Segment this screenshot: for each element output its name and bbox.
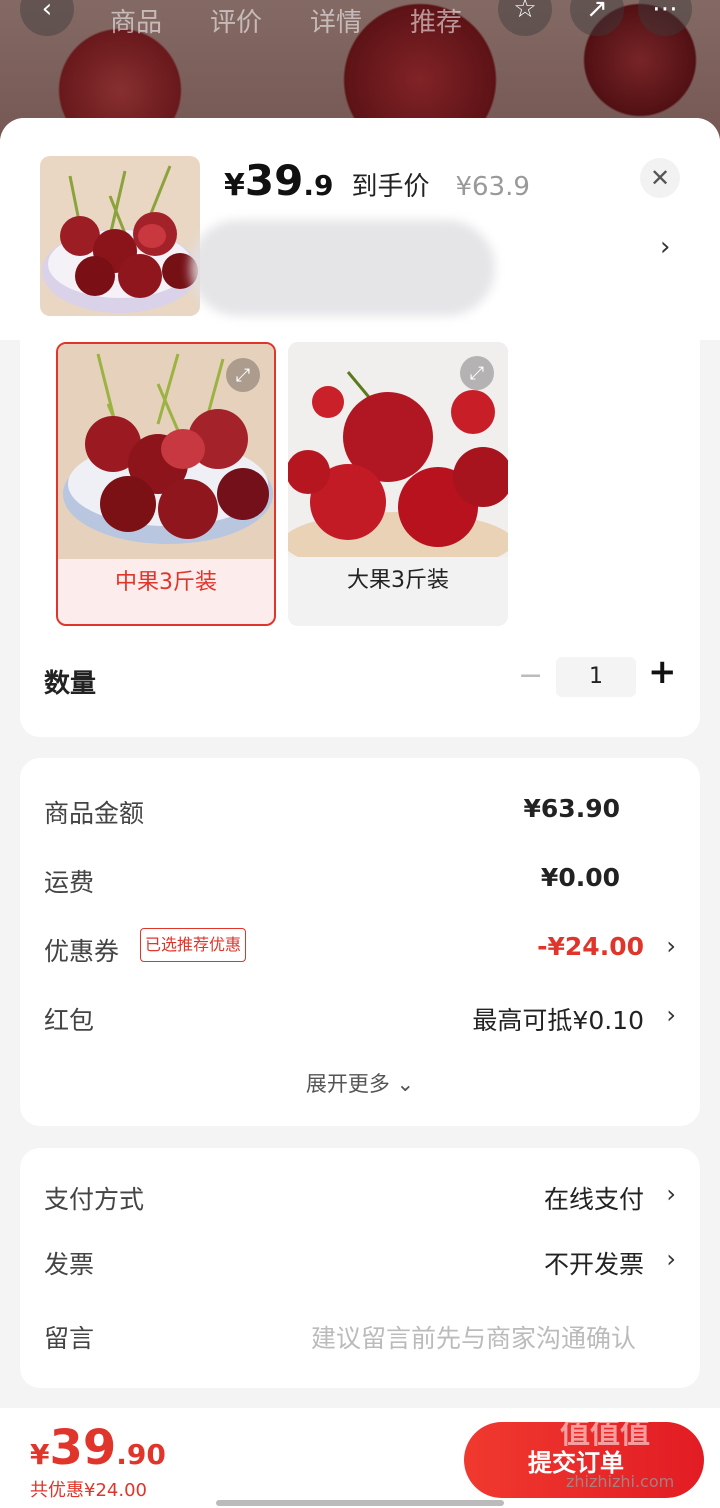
goods-amount-label: 商品金额: [44, 799, 145, 828]
quantity-label: 数量: [44, 669, 97, 699]
quantity-input[interactable]: 1: [556, 657, 636, 697]
option-label: 大果3斤装: [347, 568, 449, 593]
close-icon[interactable]: ✕: [640, 158, 680, 198]
tab-details[interactable]: 详情: [310, 2, 362, 39]
coupon-value: -¥24.00: [537, 932, 644, 961]
coupon-label: 优惠券: [44, 937, 120, 966]
expand-icon[interactable]: ⤢: [460, 356, 494, 390]
total-price: ¥ 39 .90: [30, 1420, 166, 1476]
coupon-badge: 已选推荐优惠: [140, 928, 247, 962]
redpacket-value: 最高可抵¥0.10: [472, 1006, 644, 1035]
product-thumbnail: [40, 156, 200, 316]
blurred-address: [190, 220, 495, 316]
redpacket-row[interactable]: 红包 最高可抵¥0.10 ›: [44, 1001, 676, 1041]
chevron-right-icon[interactable]: ›: [660, 232, 670, 262]
price-label: 到手价: [351, 172, 430, 202]
quantity-plus-button[interactable]: +: [648, 652, 677, 692]
chevron-right-icon[interactable]: ›: [666, 1245, 676, 1273]
spec-card: ⤢ 中果3斤装 ⤢ 大果3斤装 数量 − 1 +: [20, 340, 700, 737]
total-decimal: .90: [116, 1438, 166, 1471]
tab-reviews[interactable]: 评价: [210, 2, 262, 39]
background-tabs: 商品 评价 详情 推荐: [110, 2, 462, 39]
expand-more-button[interactable]: 展开更多 ⌄: [20, 1068, 700, 1098]
price-row: ¥ 39 .9 到手价 ¥63.9: [224, 156, 530, 205]
redpacket-label: 红包: [44, 1006, 95, 1035]
goods-amount-value: ¥63.90: [523, 794, 620, 823]
invoice-label: 发票: [44, 1250, 95, 1279]
shipping-label: 运费: [44, 868, 95, 897]
message-label: 留言: [44, 1324, 95, 1353]
message-input[interactable]: 建议留言前先与商家沟通确认: [311, 1319, 636, 1355]
tab-goods[interactable]: 商品: [110, 2, 162, 39]
price-symbol: ¥: [224, 168, 245, 203]
sheet-header: ¥ 39 .9 到手价 ¥63.9 ✕ ›: [0, 118, 720, 340]
payment-method-row[interactable]: 支付方式 在线支付 ›: [44, 1180, 676, 1220]
shipping-value: ¥0.00: [540, 863, 620, 892]
watermark-url: zhizhizhi.com: [566, 1472, 675, 1491]
expand-icon[interactable]: ⤢: [226, 358, 260, 392]
original-price: ¥63.9: [455, 172, 530, 202]
total-saving: 共优惠¥24.00: [30, 1480, 147, 1501]
home-indicator[interactable]: [216, 1500, 504, 1506]
payment-method-label: 支付方式: [44, 1185, 145, 1214]
chevron-right-icon[interactable]: ›: [666, 1001, 676, 1029]
shipping-row: 运费 ¥0.00: [44, 863, 676, 903]
total-integer: 39: [49, 1420, 117, 1476]
tab-recommend[interactable]: 推荐: [410, 2, 462, 39]
bottom-bar: ¥ 39 .90 共优惠¥24.00 提交订单 值值值 zhizhizhi.co…: [0, 1408, 720, 1508]
coupon-row[interactable]: 优惠券 已选推荐优惠 -¥24.00 ›: [44, 928, 676, 972]
invoice-value: 不开发票: [543, 1250, 644, 1279]
invoice-row[interactable]: 发票 不开发票 ›: [44, 1245, 676, 1285]
quantity-minus-button[interactable]: −: [518, 658, 543, 693]
watermark-logo: 值值值: [560, 1416, 650, 1451]
option-label: 中果3斤装: [115, 570, 217, 595]
message-row[interactable]: 留言 建议留言前先与商家沟通确认: [44, 1319, 676, 1359]
payment-method-value: 在线支付: [543, 1185, 644, 1214]
total-symbol: ¥: [30, 1438, 50, 1471]
price-summary-card: 商品金额 ¥63.90 运费 ¥0.00 优惠券 已选推荐优惠 -¥24.00 …: [20, 758, 700, 1126]
order-sheet: ¥ 39 .9 到手价 ¥63.9 ✕ › ⤢ 中果3斤装 ⤢ 大果3斤装 数量…: [0, 118, 720, 1508]
payment-card: 支付方式 在线支付 › 发票 不开发票 › 留言 建议留言前先与商家沟通确认: [20, 1148, 700, 1388]
chevron-right-icon[interactable]: ›: [666, 1180, 676, 1208]
price-decimal: .9: [303, 169, 334, 202]
goods-amount-row: 商品金额 ¥63.90: [44, 794, 676, 834]
price-integer: 39: [244, 156, 304, 205]
option-large-3jin[interactable]: ⤢ 大果3斤装: [288, 342, 508, 626]
option-medium-3jin[interactable]: ⤢ 中果3斤装: [56, 342, 276, 626]
chevron-right-icon[interactable]: ›: [666, 932, 676, 960]
